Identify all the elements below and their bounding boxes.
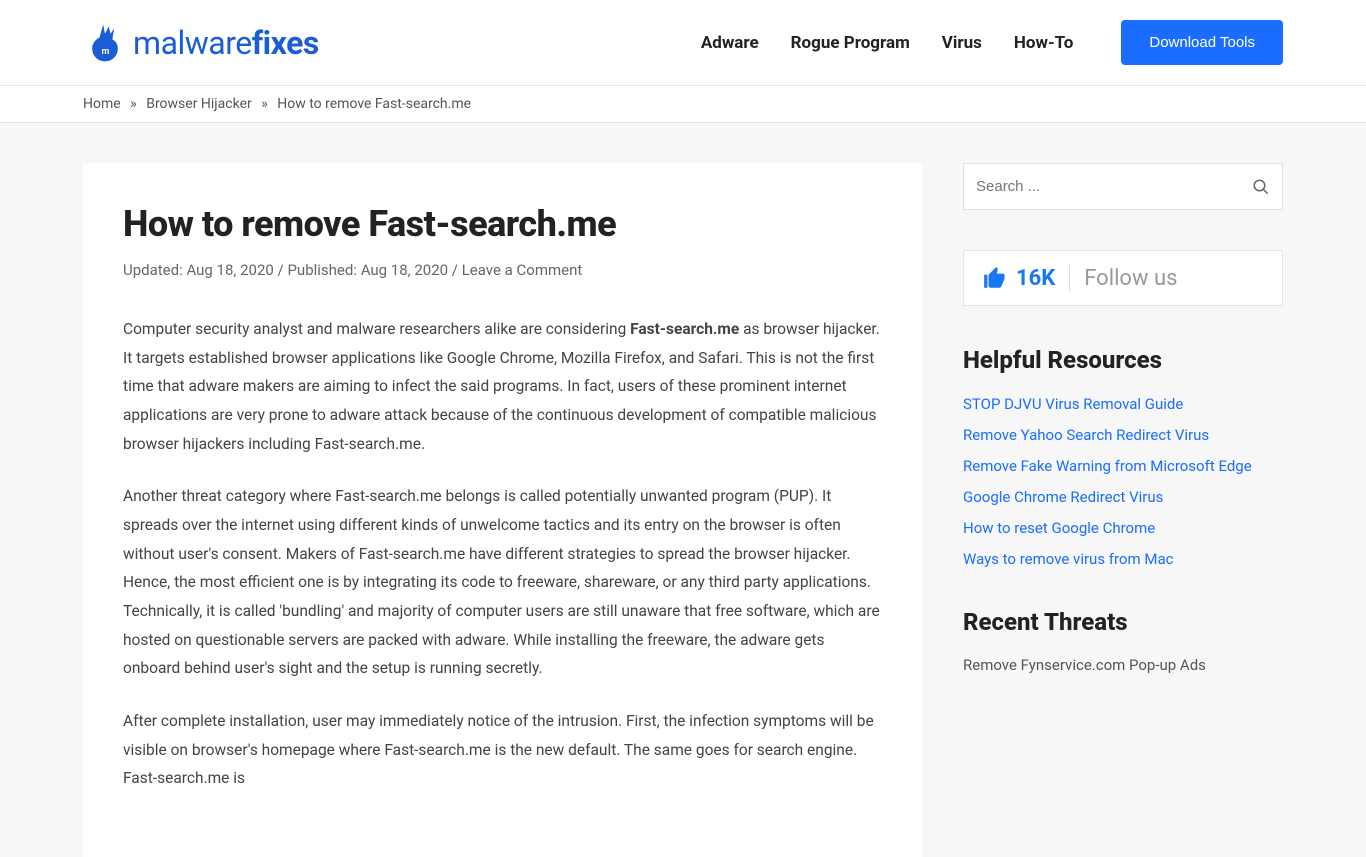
thumbs-up-icon <box>982 265 1008 291</box>
facebook-widget[interactable]: 16K Follow us <box>963 250 1283 306</box>
threats-title: Recent Threats <box>963 608 1283 636</box>
breadcrumb-home[interactable]: Home <box>83 96 121 112</box>
paragraph: Computer security analyst and malware re… <box>123 315 883 458</box>
article: How to remove Fast-search.me Updated: Au… <box>83 163 923 857</box>
threat-item[interactable]: Remove Fynservice.com Pop-up Ads <box>963 656 1283 674</box>
article-meta: Updated: Aug 18, 2020 / Published: Aug 1… <box>123 261 883 279</box>
breadcrumb-sep: » <box>130 96 137 112</box>
site-header: m malwarefixes Adware Rogue Program Viru… <box>0 0 1366 86</box>
svg-text:m: m <box>101 47 109 57</box>
resource-link[interactable]: Ways to remove virus from Mac <box>963 550 1173 568</box>
paragraph: Another threat category where Fast-searc… <box>123 482 883 683</box>
resources-title: Helpful Resources <box>963 346 1283 374</box>
nav-adware[interactable]: Adware <box>701 33 759 53</box>
breadcrumb-current: How to remove Fast-search.me <box>277 96 471 112</box>
download-tools-button[interactable]: Download Tools <box>1121 20 1283 65</box>
resources-list: STOP DJVU Virus Removal Guide Remove Yah… <box>963 394 1283 568</box>
breadcrumb: Home » Browser Hijacker » How to remove … <box>43 86 1323 122</box>
fb-follow-text: Follow us <box>1084 266 1177 291</box>
fb-count: 16K <box>1016 266 1055 291</box>
breadcrumb-category[interactable]: Browser Hijacker <box>146 96 252 112</box>
resource-link[interactable]: Google Chrome Redirect Virus <box>963 488 1163 506</box>
logo[interactable]: m malwarefixes <box>83 21 319 65</box>
hand-icon: m <box>83 21 127 65</box>
leave-comment-link[interactable]: Leave a Comment <box>462 261 583 279</box>
resource-link[interactable]: STOP DJVU Virus Removal Guide <box>963 395 1183 413</box>
resource-link[interactable]: Remove Fake Warning from Microsoft Edge <box>963 457 1252 475</box>
paragraph: After complete installation, user may im… <box>123 707 883 793</box>
meta-updated: Updated: Aug 18, 2020 <box>123 261 274 279</box>
fb-like: 16K <box>982 265 1070 291</box>
resource-link[interactable]: Remove Yahoo Search Redirect Virus <box>963 426 1209 444</box>
sidebar: 16K Follow us Helpful Resources STOP DJV… <box>963 163 1283 857</box>
article-title: How to remove Fast-search.me <box>123 203 883 245</box>
search-input[interactable] <box>976 164 1252 209</box>
breadcrumb-sep: » <box>261 96 268 112</box>
logo-text: malwarefixes <box>133 24 319 62</box>
search-icon[interactable] <box>1252 178 1270 196</box>
main-nav: Adware Rogue Program Virus How-To Downlo… <box>701 20 1283 65</box>
breadcrumb-bar: Home » Browser Hijacker » How to remove … <box>0 86 1366 123</box>
nav-rogue[interactable]: Rogue Program <box>791 33 910 53</box>
resource-link[interactable]: How to reset Google Chrome <box>963 519 1155 537</box>
nav-howto[interactable]: How-To <box>1014 33 1073 53</box>
nav-virus[interactable]: Virus <box>942 33 982 53</box>
search-box <box>963 163 1283 210</box>
meta-published: Published: Aug 18, 2020 <box>287 261 448 279</box>
